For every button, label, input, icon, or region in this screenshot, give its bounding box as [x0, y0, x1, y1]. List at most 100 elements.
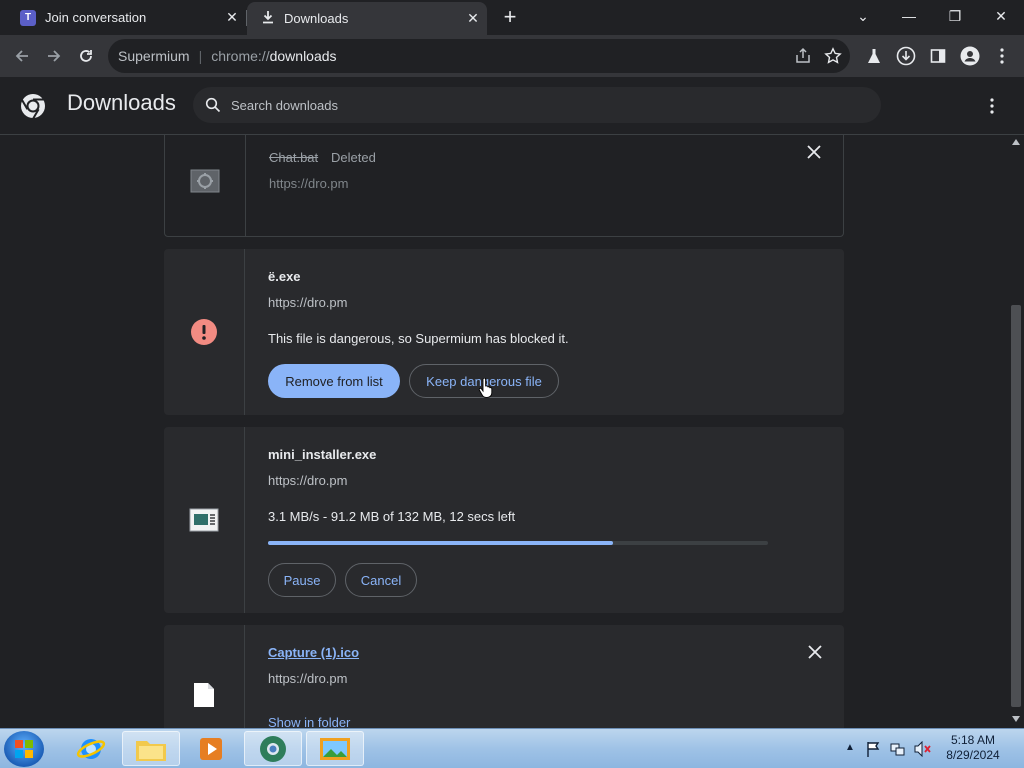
profile-icon: [960, 46, 980, 66]
restore-button[interactable]: ❐: [932, 2, 978, 30]
reload-icon: [80, 50, 92, 62]
pause-button[interactable]: Pause: [268, 563, 336, 597]
download-icon: [261, 10, 275, 27]
forward-button[interactable]: [40, 42, 68, 70]
page-title: Downloads: [67, 90, 176, 115]
share-icon[interactable]: [794, 47, 812, 68]
remove-item-button[interactable]: [805, 143, 823, 161]
reload-button[interactable]: [72, 42, 100, 70]
scroll-up-arrow-icon[interactable]: [1012, 139, 1020, 145]
tab-title: Join conversation: [45, 10, 147, 25]
volume-muted-icon[interactable]: [914, 741, 932, 757]
teams-icon: T: [20, 9, 36, 26]
kebab-menu-icon: [1000, 48, 1004, 64]
omnibox-divider: |: [198, 48, 203, 64]
browser-toolbar: Supermium | chrome://downloads: [0, 35, 1024, 77]
download-progress-text: 3.1 MB/s - 91.2 MB of 132 MB, 12 secs le…: [268, 509, 516, 524]
scroll-thumb[interactable]: [1011, 305, 1021, 707]
network-icon[interactable]: [890, 741, 906, 757]
downloads-button[interactable]: [892, 42, 920, 70]
browser-menu-button[interactable]: [988, 42, 1016, 70]
side-panel-button[interactable]: [924, 42, 952, 70]
address-bar[interactable]: Supermium | chrome://downloads: [108, 39, 850, 73]
close-tab-icon[interactable]: ✕: [218, 9, 246, 26]
progress-fill: [268, 541, 613, 545]
bookmark-star-icon[interactable]: [824, 47, 842, 68]
folder-icon: [136, 740, 166, 761]
downloads-header: Downloads: [0, 77, 1024, 135]
search-input[interactable]: [229, 96, 833, 114]
file-name-link[interactable]: Capture (1).ico: [268, 645, 359, 660]
tab-join-conversation[interactable]: T Join conversation ✕: [8, 0, 246, 35]
show-in-folder-link[interactable]: Show in folder: [268, 715, 350, 728]
file-name: mini_installer.exe: [268, 447, 377, 462]
side-panel-icon: [930, 49, 946, 63]
start-button[interactable]: [4, 731, 44, 767]
bat-file-icon: [190, 169, 220, 193]
taskbar-media-player[interactable]: [182, 731, 240, 766]
scroll-down-arrow-icon[interactable]: [1012, 716, 1020, 722]
tab-downloads[interactable]: Downloads ✕: [247, 2, 487, 35]
labs-button[interactable]: [860, 42, 888, 70]
taskbar-internet-explorer[interactable]: [62, 731, 120, 766]
file-url: https://dro.pm: [269, 176, 349, 191]
clock-date: 8/29/2024: [946, 748, 1000, 762]
remove-item-button[interactable]: [806, 643, 824, 661]
supermium-icon: [260, 735, 286, 762]
file-url: https://dro.pm: [268, 671, 348, 686]
minimize-button[interactable]: —: [886, 2, 932, 30]
windows-taskbar: ▲ 5:18 AM 8/29/2024: [0, 728, 1024, 768]
remove-from-list-button[interactable]: Remove from list: [268, 364, 400, 398]
taskbar-photo-viewer[interactable]: [306, 731, 364, 766]
close-icon: [808, 645, 822, 659]
close-tab-icon[interactable]: ✕: [459, 10, 487, 27]
downloads-list: Chat.bat Deleted https://dro.pm ë.exe ht…: [0, 135, 1008, 728]
url-path: downloads: [269, 48, 337, 64]
internet-explorer-icon: [76, 738, 106, 759]
download-circle-icon: [896, 46, 916, 66]
url-scheme: chrome://: [211, 48, 270, 64]
search-icon: [205, 97, 221, 113]
back-arrow-icon: [15, 50, 28, 62]
kebab-menu-icon: [990, 98, 994, 114]
tab-title: Downloads: [284, 11, 349, 26]
tab-strip: T Join conversation ✕ Downloads ✕ + ⌄ — …: [0, 0, 1024, 35]
close-window-button[interactable]: ✕: [978, 2, 1024, 30]
download-item: ë.exe https://dro.pm This file is danger…: [164, 249, 844, 415]
search-downloads-field[interactable]: [193, 87, 881, 123]
system-clock[interactable]: 5:18 AM 8/29/2024: [940, 733, 1006, 763]
file-name: ë.exe: [268, 269, 301, 284]
downloads-menu-button[interactable]: [980, 94, 1004, 118]
tab-search-button[interactable]: ⌄: [840, 2, 886, 30]
close-icon: [807, 145, 821, 159]
file-url: https://dro.pm: [268, 473, 348, 488]
back-button[interactable]: [8, 42, 36, 70]
site-name: Supermium: [118, 48, 190, 64]
show-hidden-icons-icon[interactable]: ▲: [845, 742, 855, 753]
photo-viewer-icon: [320, 737, 350, 760]
windows-logo-icon: [15, 740, 33, 758]
taskbar-supermium[interactable]: [244, 731, 302, 766]
clock-time: 5:18 AM: [950, 733, 996, 747]
chrome-logo-icon: [21, 94, 45, 119]
danger-icon: [191, 319, 217, 345]
download-item: Capture (1).ico https://dro.pm Show in f…: [164, 625, 844, 728]
profile-button[interactable]: [956, 42, 984, 70]
forward-arrow-icon: [48, 50, 61, 62]
download-item: mini_installer.exe https://dro.pm 3.1 MB…: [164, 427, 844, 613]
new-tab-button[interactable]: +: [498, 4, 522, 30]
progress-bar: [268, 541, 768, 545]
download-status: Deleted: [331, 150, 376, 165]
installer-icon: [189, 508, 219, 532]
danger-warning: This file is dangerous, so Supermium has…: [268, 331, 569, 346]
file-url: https://dro.pm: [268, 295, 348, 310]
flask-icon: [868, 49, 880, 63]
action-center-flag-icon[interactable]: [866, 741, 880, 757]
page-scrollbar[interactable]: [1008, 135, 1024, 728]
taskbar-file-explorer[interactable]: [122, 731, 180, 766]
cancel-button[interactable]: Cancel: [345, 563, 417, 597]
media-player-icon: [200, 737, 222, 760]
file-name: Chat.bat: [269, 150, 319, 165]
file-icon: [194, 683, 214, 707]
hand-cursor-icon: [478, 378, 493, 398]
